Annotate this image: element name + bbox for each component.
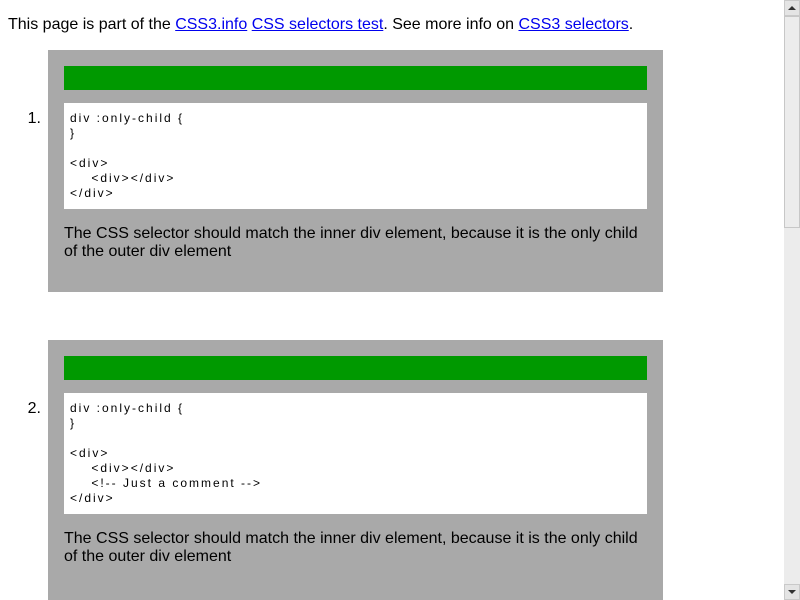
code-line: </div> [70,491,115,505]
code-sample: div :only-child { } <div> <div></div> </… [64,103,647,209]
test-description: The CSS selector should match the inner … [64,530,638,565]
test-item-1: 1. div :only-child { } <div> <div></div>… [8,50,663,292]
arrow-down-icon[interactable] [784,584,800,600]
code-line: <div></div> [70,171,176,185]
test-panel: div :only-child { } <div> <div></div> <!… [48,340,663,600]
intro-text: This page is part of the CSS3.info CSS s… [8,16,633,34]
scrollbar-thumb[interactable] [784,16,800,228]
code-line: <!-- Just a comment --> [70,476,263,490]
code-line: } [70,126,77,140]
test-panel: div :only-child { } <div> <div></div> </… [48,50,663,292]
test-number: 2. [27,400,41,417]
css-selectors-test-link[interactable]: CSS selectors test [252,16,384,33]
page-viewport: This page is part of the CSS3.info CSS s… [0,0,784,600]
code-line: <div></div> [70,461,176,475]
pass-indicator-bar [64,356,647,380]
intro-prefix: This page is part of the [8,16,176,33]
code-sample: div :only-child { } <div> <div></div> <!… [64,393,647,514]
css3-selectors-link[interactable]: CSS3 selectors [519,16,629,33]
intro-suffix: . [628,16,634,33]
code-line: } [70,416,77,430]
code-line: <div> [70,156,110,170]
test-description: The CSS selector should match the inner … [64,225,638,260]
code-line: <div> [70,446,110,460]
css3-info-link[interactable]: CSS3.info [175,16,247,33]
test-number: 1. [27,110,41,127]
code-line: div :only-child { [70,111,185,125]
arrow-up-icon[interactable] [784,0,800,16]
code-line: </div> [70,186,115,200]
test-item-2: 2. div :only-child { } <div> <div></div>… [8,340,663,600]
pass-indicator-bar [64,66,647,90]
intro-middle: . See more info on [383,16,519,33]
vertical-scrollbar[interactable] [784,0,800,600]
code-line: div :only-child { [70,401,185,415]
